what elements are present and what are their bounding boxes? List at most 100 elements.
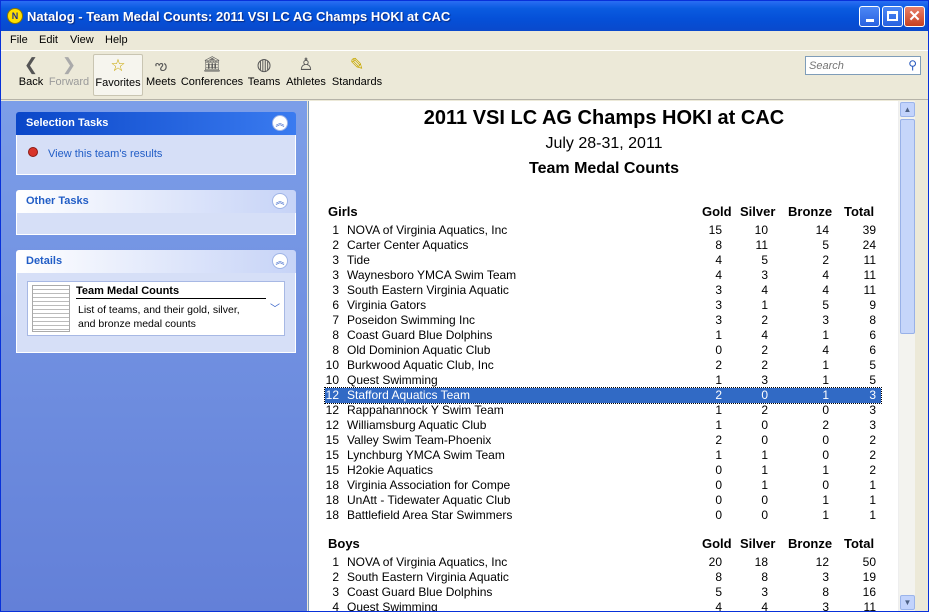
bronze-count-cell: 0: [822, 403, 829, 417]
person-icon: ♙: [298, 55, 314, 74]
bronze-count-cell: 0: [822, 433, 829, 447]
total-count-cell: 16: [862, 585, 876, 599]
team-row[interactable]: 1 NOVA of Virginia Aquatics, Inc 20 18 12 50: [325, 555, 881, 570]
selection-tasks-header[interactable]: Selection Tasks ︽: [16, 112, 296, 135]
conferences-label: Conferences: [180, 76, 244, 88]
cap-icon: ◍: [256, 55, 272, 74]
search-input[interactable]: [806, 57, 902, 74]
maximize-icon: [887, 11, 898, 21]
silver-count-cell: 0: [761, 433, 768, 447]
forward-button[interactable]: ❯ Forward: [47, 54, 91, 96]
athletes-button[interactable]: ♙ Athletes: [284, 54, 328, 96]
forward-arrow-icon: ❯: [61, 55, 77, 74]
details-header[interactable]: Details ︽: [16, 250, 296, 273]
team-row[interactable]: 4 Quest Swimming 4 4 3 11: [325, 600, 881, 611]
conferences-button[interactable]: 🏛 Conferences: [180, 54, 244, 96]
bronze-count-cell: 8: [822, 585, 829, 599]
team-row[interactable]: 6 Virginia Gators 3 1 5 9: [325, 298, 881, 313]
meets-button[interactable]: ఌ Meets: [145, 54, 177, 96]
ribbon-icon: [28, 147, 38, 157]
gold-count-cell: 8: [715, 238, 722, 252]
minimize-button[interactable]: [859, 6, 880, 27]
menu-help[interactable]: Help: [105, 34, 128, 46]
app-logo-icon: N: [7, 8, 23, 24]
favorites-button[interactable]: ☆ Favorites: [93, 54, 143, 96]
bronze-count-cell: 1: [822, 463, 829, 477]
gold-count-cell: 4: [715, 253, 722, 267]
vertical-scrollbar[interactable]: ▲ ▼: [898, 101, 915, 611]
team-row[interactable]: 18 Battlefield Area Star Swimmers 0 0 1 1: [325, 508, 881, 523]
team-row[interactable]: 1 NOVA of Virginia Aquatics, Inc 15 10 14 39: [325, 223, 881, 238]
teams-button[interactable]: ◍ Teams: [246, 54, 282, 96]
details-card: Team Medal Counts List of teams, and the…: [27, 281, 285, 336]
bronze-column-header: Bronze: [788, 204, 833, 219]
gold-column-header: Gold: [702, 204, 732, 219]
collapse-chevron-icon[interactable]: ︽: [272, 193, 288, 209]
team-row[interactable]: 15 Valley Swim Team-Phoenix 2 0 0 2: [325, 433, 881, 448]
total-count-cell: 8: [869, 313, 876, 327]
team-row[interactable]: 15 Lynchburg YMCA Swim Team 1 1 0 2: [325, 448, 881, 463]
team-row[interactable]: 10 Quest Swimming 1 3 1 5: [325, 373, 881, 388]
team-row[interactable]: 8 Old Dominion Aquatic Club 0 2 4 6: [325, 343, 881, 358]
rank-cell: 4: [332, 600, 339, 611]
silver-count-cell: 10: [754, 223, 768, 237]
team-row[interactable]: 12 Rappahannock Y Swim Team 1 2 0 3: [325, 403, 881, 418]
silver-count-cell: 5: [761, 253, 768, 267]
building-icon: 🏛: [202, 56, 222, 73]
team-row[interactable]: 12 Williamsburg Aquatic Club 1 0 2 3: [325, 418, 881, 433]
total-count-cell: 5: [869, 373, 876, 387]
team-name-cell: Coast Guard Blue Dolphins: [347, 328, 493, 342]
rank-cell: 12: [325, 388, 339, 402]
standards-button[interactable]: ✎ Standards: [330, 54, 384, 96]
chevron-down-icon[interactable]: ﹀: [270, 300, 280, 315]
silver-count-cell: 1: [761, 478, 768, 492]
team-name-cell: Rappahannock Y Swim Team: [347, 403, 504, 417]
bronze-count-cell: 1: [822, 388, 829, 402]
scroll-down-icon[interactable]: ▼: [900, 595, 915, 610]
team-row[interactable]: 3 South Eastern Virginia Aquatic 3 4 4 11: [325, 283, 881, 298]
back-button[interactable]: ❮ Back: [16, 54, 46, 96]
team-row[interactable]: 3 Coast Guard Blue Dolphins 5 3 8 16: [325, 585, 881, 600]
selection-tasks-title: Selection Tasks: [26, 117, 109, 129]
menu-edit[interactable]: Edit: [39, 34, 58, 46]
team-name-cell: Lynchburg YMCA Swim Team: [347, 448, 505, 462]
rank-cell: 18: [325, 508, 339, 522]
total-count-cell: 9: [869, 298, 876, 312]
team-row[interactable]: 8 Coast Guard Blue Dolphins 1 4 1 6: [325, 328, 881, 343]
collapse-chevron-icon[interactable]: ︽: [272, 115, 288, 131]
silver-count-cell: 3: [761, 373, 768, 387]
rank-cell: 3: [332, 253, 339, 267]
gold-count-cell: 0: [715, 478, 722, 492]
close-button[interactable]: ✕: [904, 6, 925, 27]
details-description: List of teams, and their gold, silver, a…: [78, 304, 240, 330]
total-count-cell: 39: [862, 223, 876, 237]
team-row[interactable]: 2 Carter Center Aquatics 8 11 5 24: [325, 238, 881, 253]
silver-count-cell: 2: [761, 358, 768, 372]
scroll-up-icon[interactable]: ▲: [900, 102, 915, 117]
view-team-results-link[interactable]: View this team's results: [48, 148, 162, 160]
team-row[interactable]: 18 Virginia Association for Compe 0 1 0 1: [325, 478, 881, 493]
menu-view[interactable]: View: [70, 34, 94, 46]
gold-count-cell: 1: [715, 328, 722, 342]
team-row[interactable]: 10 Burkwood Aquatic Club, Inc 2 2 1 5: [325, 358, 881, 373]
gold-count-cell: 1: [715, 373, 722, 387]
team-row[interactable]: 18 UnAtt - Tidewater Aquatic Club 0 0 1 1: [325, 493, 881, 508]
total-count-cell: 11: [863, 283, 876, 297]
team-row[interactable]: 12 Stafford Aquatics Team 2 0 1 3: [324, 387, 882, 404]
bronze-count-cell: 3: [822, 570, 829, 584]
search-icon[interactable]: ⚲: [908, 58, 917, 72]
title-bar[interactable]: N Natalog - Team Medal Counts: 2011 VSI …: [1, 1, 928, 31]
selection-tasks-panel: Selection Tasks ︽ View this team's resul…: [16, 112, 296, 175]
collapse-chevron-icon[interactable]: ︽: [272, 253, 288, 269]
team-row[interactable]: 15 H2okie Aquatics 0 1 1 2: [325, 463, 881, 478]
scrollbar-thumb[interactable]: [900, 119, 915, 334]
team-row[interactable]: 7 Poseidon Swimming Inc 3 2 3 8: [325, 313, 881, 328]
team-row[interactable]: 3 Tide 4 5 2 11: [325, 253, 881, 268]
team-row[interactable]: 2 South Eastern Virginia Aquatic 8 8 3 19: [325, 570, 881, 585]
gold-count-cell: 3: [715, 298, 722, 312]
maximize-button[interactable]: [882, 6, 903, 27]
other-tasks-header[interactable]: Other Tasks ︽: [16, 190, 296, 213]
menu-file[interactable]: File: [10, 34, 28, 46]
team-row[interactable]: 3 Waynesboro YMCA Swim Team 4 3 4 11: [325, 268, 881, 283]
total-count-cell: 3: [869, 388, 876, 402]
